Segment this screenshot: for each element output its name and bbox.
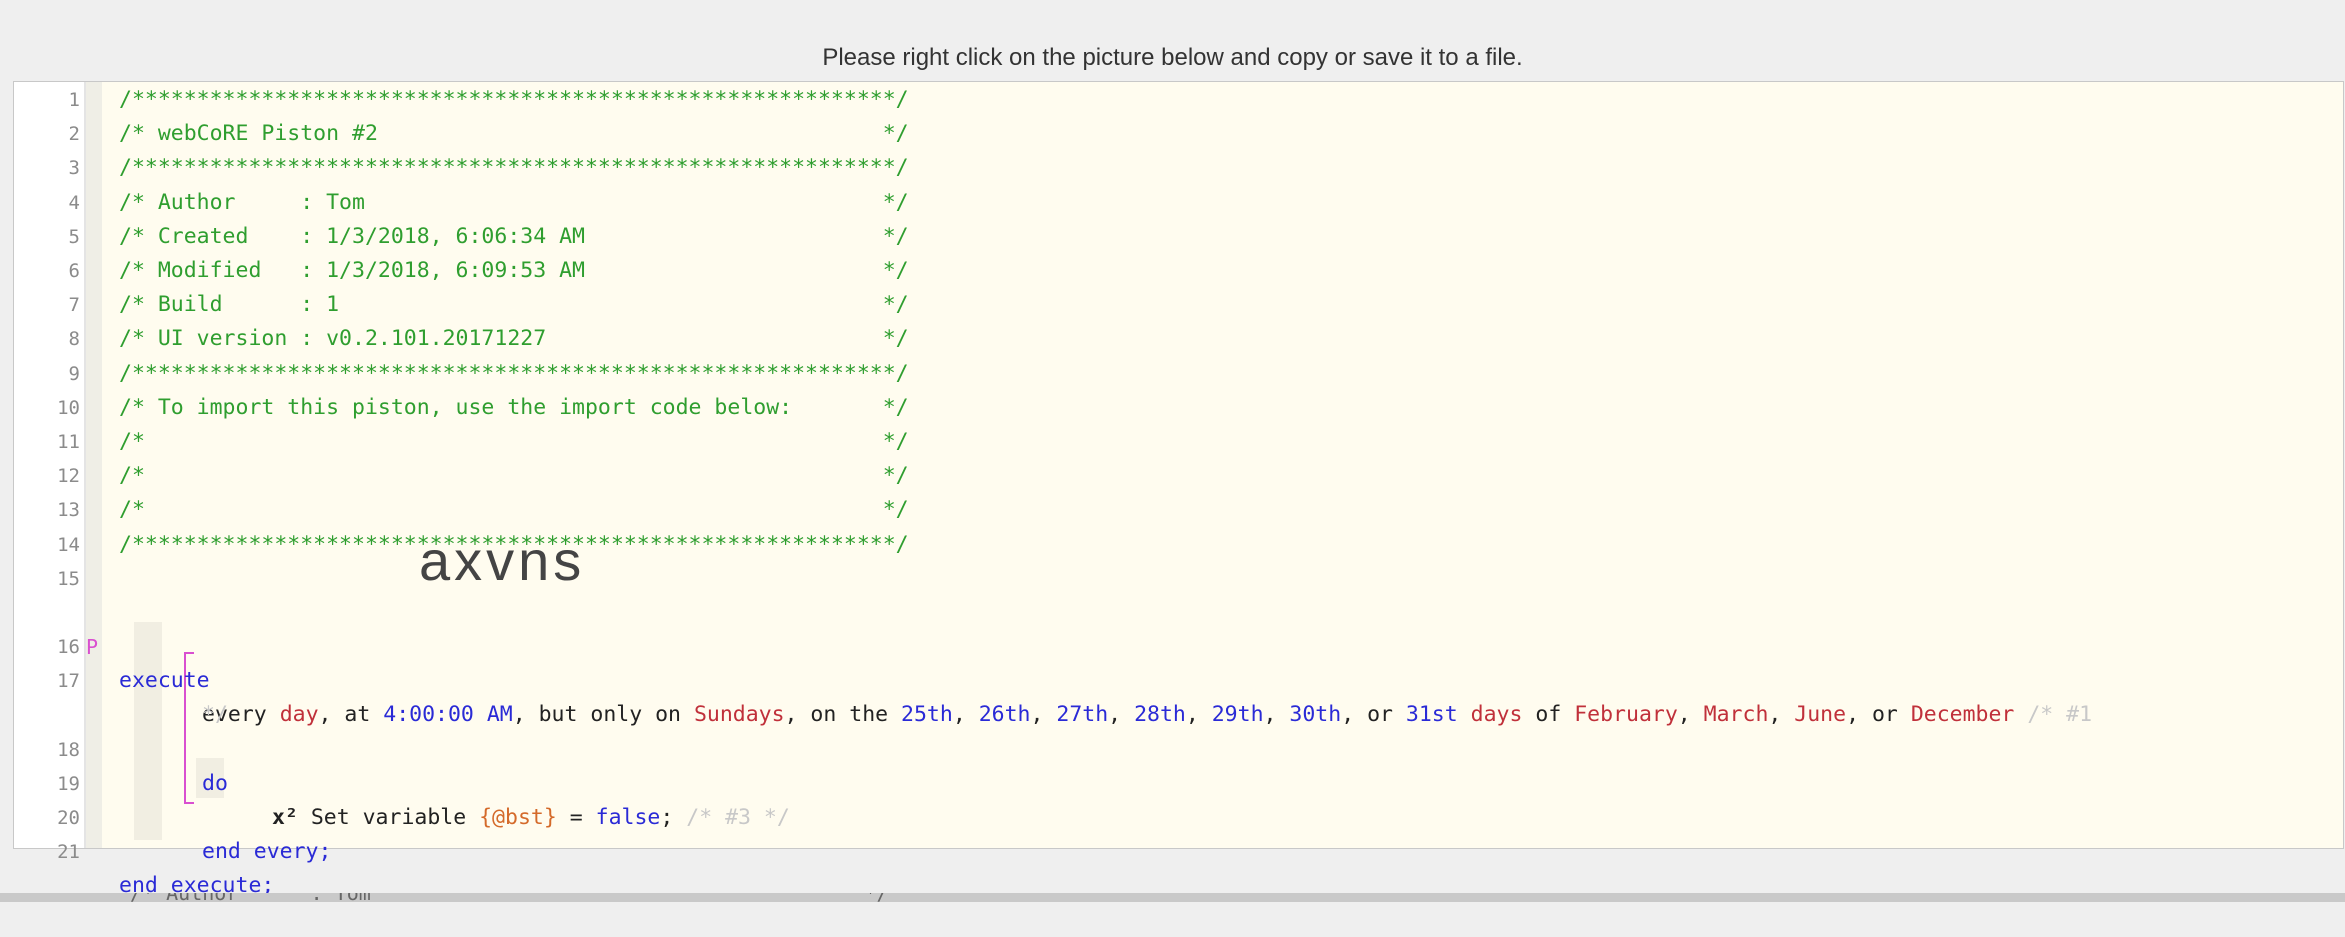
variable-icon: x²: [272, 804, 298, 830]
line-number: 1: [68, 89, 80, 111]
header-comment: /* UI version : v0.2.101.20171227 */: [119, 326, 909, 352]
header-comment: /* Author : Tom */: [119, 189, 909, 215]
line-number: 9: [68, 362, 80, 385]
code-line: 18 do: [14, 699, 228, 796]
day-26: 26th: [978, 702, 1031, 728]
header-comment: /* Created : 1/3/2018, 6:06:34 AM */: [119, 223, 909, 249]
instruction-text: Please right click on the picture below …: [822, 44, 1523, 71]
separator: ,: [1030, 702, 1057, 728]
line-number: 12: [57, 465, 80, 488]
separator: ,: [1768, 702, 1795, 728]
import-code: axvns: [419, 529, 586, 592]
line-number: 3: [68, 157, 80, 180]
code-line: 20 end every;: [14, 767, 331, 864]
line-number: 4: [68, 191, 80, 214]
day-25: 25th: [901, 702, 953, 728]
separator: ,: [1263, 702, 1290, 728]
separator: ,: [1677, 702, 1704, 728]
separator: ,: [952, 702, 979, 728]
code-line: 16 execute: [14, 596, 210, 693]
line-number: 11: [57, 431, 80, 453]
statement-comment-end: */: [202, 702, 228, 728]
piston-code-image[interactable]: 1 /**************************************…: [13, 81, 2344, 898]
header-comment: /* */: [119, 429, 909, 454]
day-30: 30th: [1289, 702, 1342, 728]
code-line: 21 end execute;: [14, 801, 274, 898]
line-number: 14: [57, 533, 80, 556]
code-line: 15: [14, 562, 80, 596]
month-february: February: [1574, 702, 1678, 728]
variable-value: false: [595, 804, 661, 830]
day-28: 28th: [1134, 702, 1186, 728]
set-variable-statement[interactable]: x² Set variable {@bst} = false; /* #3 */: [272, 801, 790, 835]
end-every-keyword: end every;: [202, 839, 332, 864]
line-number: 6: [68, 260, 80, 282]
line-number: 2: [68, 123, 80, 146]
day-27: 27th: [1056, 702, 1109, 728]
sundays-value: Sundays: [693, 702, 785, 728]
header-comment: /***************************************…: [119, 360, 909, 386]
set-variable-text: Set variable: [297, 804, 480, 830]
next-image-peek: /* Author : Tom */: [0, 893, 2345, 902]
at-text: , at: [318, 702, 384, 728]
header-comment: /* To import this piston, use the import…: [119, 394, 909, 420]
do-keyword: do: [202, 770, 228, 796]
time-value: 4:00:00 AM: [383, 702, 513, 728]
equals-sign: =: [556, 804, 596, 830]
code-line: 19 x² Set variable {@bst} = false; /* #3…: [14, 733, 790, 830]
day-value: day: [279, 702, 319, 728]
on-the-text: , on the: [784, 702, 902, 728]
separator: ,: [1108, 702, 1135, 728]
header-comment: /* */: [119, 463, 909, 489]
piston-marker-icon: P: [86, 635, 99, 660]
month-december: December: [1910, 702, 2015, 728]
or-text: , or: [1846, 702, 1911, 728]
next-image-text: /* Author : Tom */: [130, 893, 889, 902]
of-text: of: [1522, 702, 1575, 728]
but-only-text: , but only on: [512, 702, 694, 728]
line-number: 5: [68, 225, 80, 248]
code-line: 17 every day, at 4:00:00 AM, but only on…: [14, 630, 2092, 727]
month-march: March: [1703, 702, 1769, 728]
header-comment: /* Modified : 1/3/2018, 6:09:53 AM */: [119, 258, 909, 283]
day-29: 29th: [1211, 702, 1264, 728]
or-text: , or: [1341, 702, 1406, 728]
statement-comment: /* #1: [2014, 702, 2093, 728]
indent-guide: [134, 622, 162, 840]
line-number: 15: [57, 567, 80, 590]
variable-name: {@bst}: [479, 804, 557, 830]
header-comment: /* Build : 1 */: [119, 292, 909, 318]
line-number: 7: [68, 294, 80, 317]
header-comment: /***************************************…: [119, 87, 909, 112]
code-line-wrap: */: [14, 664, 228, 727]
line-number: 10: [57, 396, 80, 419]
execute-keyword: execute: [119, 668, 210, 693]
gutter-strip: [86, 82, 102, 848]
header-comment: /* */: [119, 497, 909, 523]
days-keyword: days: [1470, 702, 1523, 728]
header-comment: /* webCoRE Piston #2 */: [119, 121, 909, 147]
block-bracket-bottom: [184, 794, 194, 804]
header-comment: /***************************************…: [119, 155, 909, 181]
every-statement[interactable]: every day, at 4:00:00 AM, but only on Su…: [202, 698, 2092, 732]
separator: ,: [1185, 702, 1212, 728]
line-number: 8: [68, 328, 80, 351]
semicolon: ;: [660, 804, 674, 830]
day-31: 31st: [1405, 702, 1458, 728]
month-june: June: [1794, 702, 1847, 728]
line-number: 21: [57, 841, 80, 864]
line-number: 13: [57, 499, 80, 522]
statement-comment: /* #3 */: [673, 804, 790, 830]
